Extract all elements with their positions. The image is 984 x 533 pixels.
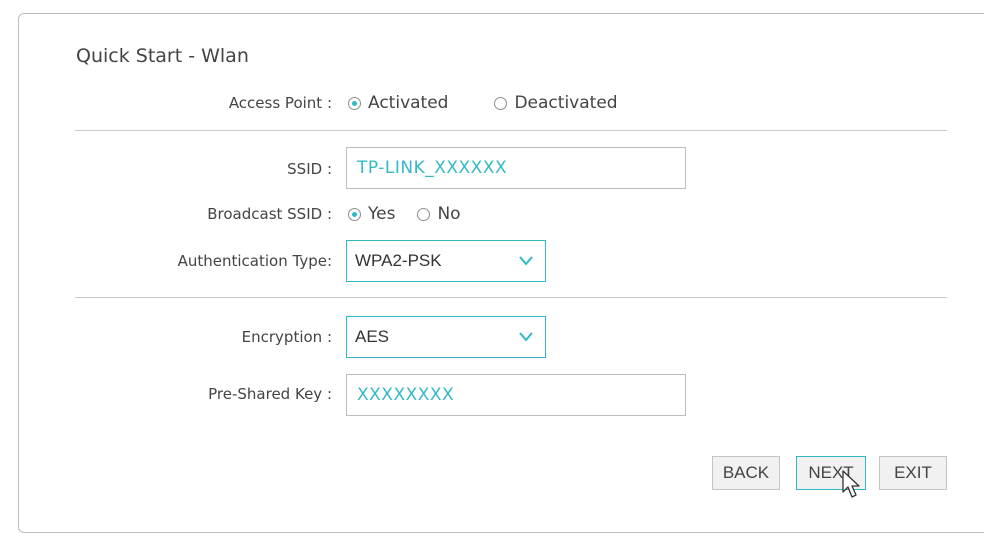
radio-unchecked-icon[interactable] <box>494 96 508 110</box>
auth-type-value: WPA2-PSK <box>355 251 442 270</box>
chevron-down-icon <box>519 332 533 342</box>
psk-input[interactable] <box>346 374 686 416</box>
access-point-activated-label: Activated <box>368 93 449 113</box>
access-point-radio-group: Activated Deactivated <box>348 93 618 113</box>
encryption-value: AES <box>355 327 390 346</box>
encryption-select[interactable]: AES <box>346 316 546 358</box>
encryption-label: Encryption : <box>241 328 332 346</box>
broadcast-ssid-radio-group: Yes No <box>348 204 461 224</box>
divider <box>75 297 947 298</box>
radio-checked-icon[interactable] <box>348 96 361 110</box>
exit-button[interactable]: EXIT <box>879 456 947 490</box>
access-point-deactivated-label: Deactivated <box>514 93 618 113</box>
ssid-input[interactable] <box>346 147 686 189</box>
auth-type-label: Authentication Type: <box>177 252 332 270</box>
chevron-down-icon <box>519 256 533 266</box>
access-point-deactivated-option[interactable]: Deactivated <box>494 93 618 113</box>
divider <box>75 130 947 131</box>
broadcast-ssid-yes-label: Yes <box>368 204 396 224</box>
access-point-label: Access Point : <box>228 94 332 112</box>
back-button[interactable]: BACK <box>712 456 780 490</box>
auth-type-select[interactable]: WPA2-PSK <box>346 240 546 282</box>
next-button[interactable]: NEXT <box>796 456 866 490</box>
radio-checked-icon[interactable] <box>348 207 361 221</box>
radio-unchecked-icon[interactable] <box>417 207 431 221</box>
psk-label: Pre-Shared Key : <box>208 385 332 403</box>
page-title: Quick Start - Wlan <box>76 45 249 67</box>
broadcast-ssid-no-option[interactable]: No <box>417 204 461 224</box>
ssid-label: SSID : <box>287 160 332 178</box>
broadcast-ssid-yes-option[interactable]: Yes <box>348 204 395 224</box>
broadcast-ssid-label: Broadcast SSID : <box>207 205 332 223</box>
access-point-activated-option[interactable]: Activated <box>348 93 448 113</box>
broadcast-ssid-no-label: No <box>437 204 461 224</box>
